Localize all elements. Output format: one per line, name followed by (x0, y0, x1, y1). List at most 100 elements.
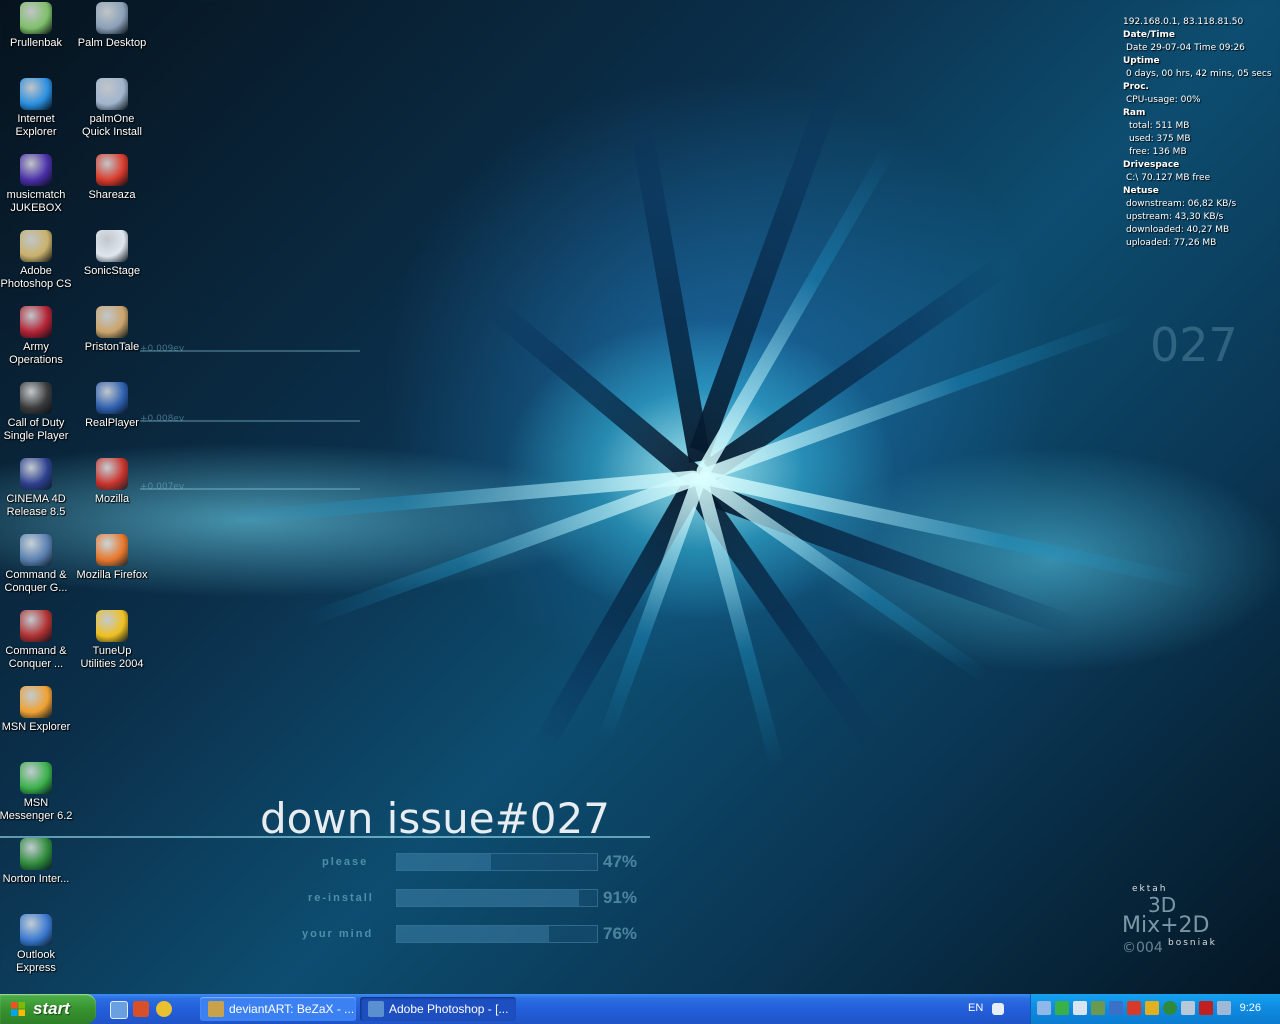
musicmatch-icon (20, 154, 52, 186)
firewall-icon[interactable] (1145, 1001, 1159, 1015)
ram-header: Ram (1123, 108, 1146, 118)
antivirus-tray-icon[interactable] (1181, 1001, 1195, 1015)
desktop-icon-sonicstage[interactable]: SonicStage (75, 230, 149, 278)
drive-value: C:\ 70.127 MB free (1126, 173, 1211, 183)
safely-remove-icon[interactable] (1217, 1001, 1231, 1015)
language-bar-icon[interactable] (992, 1003, 1004, 1015)
desktop-icon-recycle-bin[interactable]: Prullenbak (0, 2, 73, 50)
datetime-value: Date 29-07-04 Time 09:26 (1126, 43, 1245, 53)
desktop-icon-label: Outlook Express (16, 949, 56, 974)
shareaza-tray-icon[interactable] (1127, 1001, 1141, 1015)
bar-percent: 76% (603, 924, 638, 943)
call-of-duty-icon (20, 382, 52, 414)
desktop-icon-label: CINEMA 4D Release 8.5 (6, 493, 66, 518)
progress-bar-please (396, 853, 598, 871)
desktop-icon-army-operations[interactable]: Army Operations (0, 306, 73, 367)
desktop-icon-label: TuneUp Utilities 2004 (80, 645, 144, 670)
ati-icon[interactable] (1199, 1001, 1213, 1015)
desktop-icon-label: Palm Desktop (77, 37, 147, 49)
desktop-icon-label: Adobe Photoshop CS (0, 265, 72, 290)
uploaded-value: uploaded: 77,26 MB (1126, 238, 1217, 248)
desktop-icon-label: Internet Explorer (15, 113, 57, 138)
desktop-icon-palm-desktop[interactable]: Palm Desktop (75, 2, 149, 50)
desktop-icon-label: Prullenbak (10, 37, 62, 49)
uptime-value: 0 days, 00 hrs, 42 mins, 05 secs (1126, 69, 1272, 79)
desktop-icon-pristontale[interactable]: PristonTale (75, 306, 149, 354)
sig-bottom: bosniak (1168, 938, 1217, 948)
command-conquer-icon (20, 610, 52, 642)
bar-percent: 47% (603, 852, 638, 871)
taskbar-button-photoshop[interactable]: Adobe Photoshop - [... (360, 997, 516, 1021)
desktop-icon-call-of-duty[interactable]: Call of Duty Single Player (0, 382, 73, 443)
photoshop-icon (20, 230, 52, 262)
norton-tray-icon[interactable] (1163, 1001, 1177, 1015)
start-button[interactable]: start (0, 994, 96, 1024)
wallpaper-title: down issue#027 (260, 794, 610, 843)
start-label: start (33, 999, 70, 1018)
cinema4d-icon (20, 458, 52, 490)
desktop-icon-internet-explorer[interactable]: Internet Explorer (0, 78, 73, 139)
realplayer-icon (96, 382, 128, 414)
desktop-icon-label: SonicStage (83, 265, 141, 277)
taskbar-button-deviantart[interactable]: deviantART: BeZaX - ... (200, 997, 356, 1021)
user-icon[interactable] (1091, 1001, 1105, 1015)
bar-label-please: please (322, 856, 369, 868)
desktop-icon-norton-globe[interactable]: Norton Inter... (0, 838, 73, 886)
desktop-icon-shareaza[interactable]: Shareaza (75, 154, 149, 202)
language-indicator[interactable]: EN (968, 1002, 983, 1014)
desktop-icon-label: Command & Conquer ... (5, 645, 67, 670)
clock[interactable]: 9:26 (1240, 1002, 1261, 1014)
ram-used: used: 375 MB (1129, 134, 1191, 144)
desktop-icon-msn-explorer[interactable]: MSN Explorer (0, 686, 73, 734)
uptime-header: Uptime (1123, 56, 1160, 66)
bar-label-reinstall: re-install (308, 892, 374, 904)
cpu-value: CPU-usage: 00% (1126, 95, 1201, 105)
task-label: Adobe Photoshop - [... (389, 1002, 509, 1016)
desktop-icon-label: Command & Conquer G... (4, 569, 68, 594)
sig-main-2: Mix+2D (1122, 913, 1210, 938)
desktop-icon-label: Mozilla Firefox (76, 569, 148, 581)
desktop-icon-label: Shareaza (88, 189, 136, 201)
desktop-icon-tuneup[interactable]: TuneUp Utilities 2004 (75, 610, 149, 671)
show-desktop-icon[interactable] (110, 1001, 128, 1019)
mozilla-icon (96, 458, 128, 490)
desktop-icon-msn-messenger[interactable]: MSN Messenger 6.2 (0, 762, 73, 823)
desktop-icon-cinema4d[interactable]: CINEMA 4D Release 8.5 (0, 458, 73, 519)
desktop-icon-photoshop[interactable]: Adobe Photoshop CS (0, 230, 73, 291)
desktop-icon-musicmatch[interactable]: musicmatch JUKEBOX (0, 154, 73, 215)
messenger-tray-icon[interactable] (1055, 1001, 1069, 1015)
desktop-icon-realplayer[interactable]: RealPlayer (75, 382, 149, 430)
desktop-icon-outlook-express[interactable]: Outlook Express (0, 914, 73, 975)
bar-label-your-mind: your mind (302, 928, 374, 940)
internet-explorer-icon (20, 78, 52, 110)
drive-header: Drivespace (1123, 160, 1180, 170)
taskbar: start deviantART: BeZaX - ... Adobe Phot… (0, 994, 1280, 1024)
desktop-icon-label: MSN Explorer (1, 721, 71, 733)
desktop-icon-label: Army Operations (9, 341, 63, 366)
volume-icon[interactable] (1073, 1001, 1087, 1015)
command-conquer-generals-icon (20, 534, 52, 566)
ram-free: free: 136 MB (1129, 147, 1187, 157)
desktop-icon-mozilla[interactable]: Mozilla (75, 458, 149, 506)
deviantart-icon (208, 1001, 224, 1017)
update-icon[interactable] (1109, 1001, 1123, 1015)
desktop-icon-palmone-install[interactable]: palmOne Quick Install (75, 78, 149, 139)
desktop-icon-label: PristonTale (84, 341, 140, 353)
tuneup-icon (96, 610, 128, 642)
media-icon[interactable] (133, 1001, 149, 1017)
desktop-icon-firefox[interactable]: Mozilla Firefox (75, 534, 149, 582)
desktop-icon-command-conquer[interactable]: Command & Conquer ... (0, 610, 73, 671)
system-tray: 9:26 (1030, 994, 1280, 1024)
recycle-bin-icon (20, 2, 52, 34)
upstream-value: upstream: 43,30 KB/s (1126, 212, 1224, 222)
norton-globe-icon (20, 838, 52, 870)
desktop-icon-command-conquer-generals[interactable]: Command & Conquer G... (0, 534, 73, 595)
shareaza-icon (96, 154, 128, 186)
proc-header: Proc. (1123, 82, 1149, 92)
windows-flag-icon (11, 1002, 25, 1016)
network-icon[interactable] (1037, 1001, 1051, 1015)
palmone-install-icon (96, 78, 128, 110)
winamp-icon[interactable] (156, 1001, 172, 1017)
sig-year: ©004 (1122, 940, 1163, 956)
army-operations-icon (20, 306, 52, 338)
